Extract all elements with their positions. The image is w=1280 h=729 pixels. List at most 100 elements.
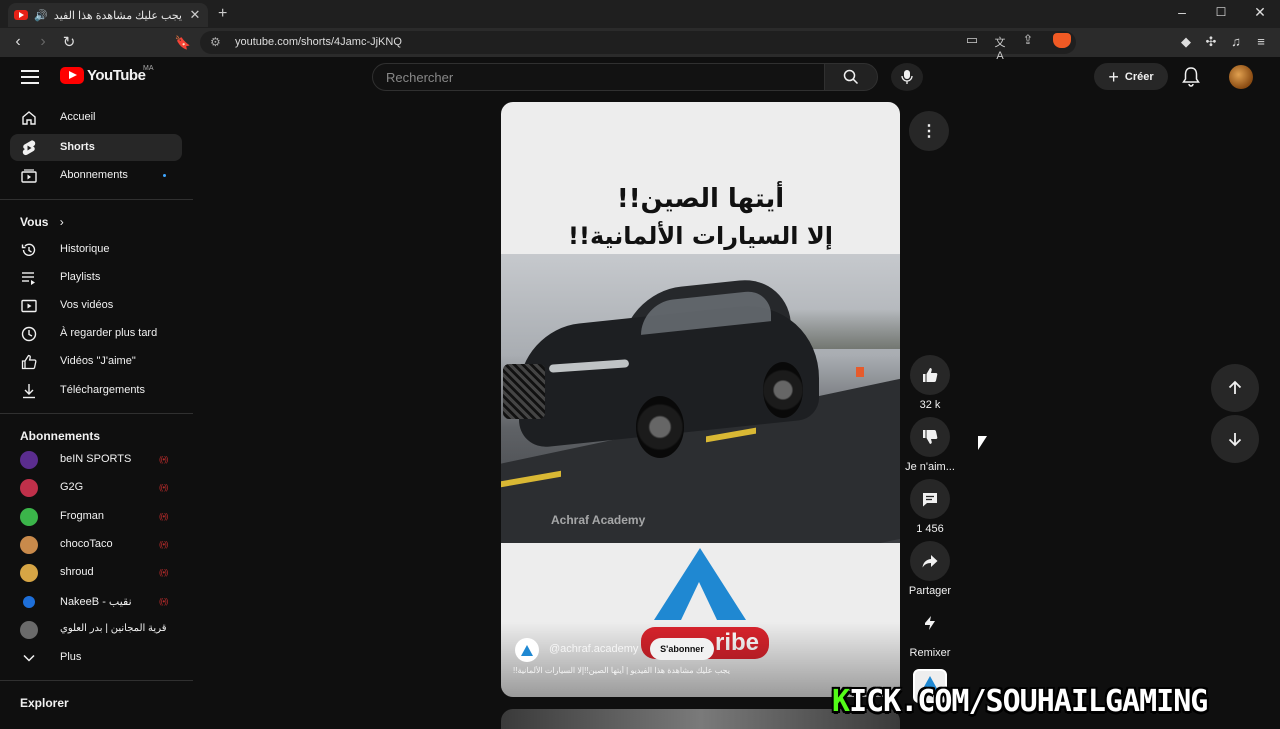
search-icon	[843, 69, 859, 85]
youtube-favicon-icon	[14, 10, 28, 20]
live-indicator-icon: ((•))	[159, 540, 169, 549]
home-icon	[20, 109, 38, 127]
live-indicator-icon: ((•))	[159, 455, 169, 464]
sidebar-item-label: Shorts	[60, 141, 95, 153]
minimize-icon[interactable]: –	[1172, 4, 1192, 20]
maximize-icon[interactable]: ☐	[1211, 5, 1231, 19]
short-player[interactable]: أيتها الصين!! إلا السيارات الألمانية!! A…	[501, 102, 900, 697]
forward-icon[interactable]: ›	[33, 33, 53, 51]
channel-avatar	[23, 596, 35, 608]
channel-name: G2G	[60, 481, 84, 493]
channel-name: chocoTaco	[60, 538, 113, 550]
subscribe-button[interactable]: S'abonner	[650, 638, 714, 660]
create-button[interactable]: + Créer	[1094, 63, 1168, 90]
sidebar-item-downloads[interactable]: Téléchargements	[10, 377, 182, 404]
speaker-icon[interactable]: 🔊	[34, 9, 48, 22]
short-caption[interactable]: يجب عليك مشاهدة هذا الفيديو | أيتها الصي…	[513, 666, 765, 675]
sidebar-item-label: Playlists	[60, 271, 101, 283]
dislike-label: Je n'aim...	[905, 461, 955, 473]
like-circle	[910, 355, 950, 395]
youtube-logo[interactable]: YouTube MA	[60, 65, 154, 84]
kick-letter-k: K	[832, 684, 850, 719]
car-video-frame: Achraf Academy	[501, 254, 900, 543]
sidebar-channel-chocotaco[interactable]: chocoTaco ((•))	[10, 531, 182, 558]
remix-label: Remixer	[909, 647, 951, 659]
menu-icon[interactable]: ≡	[1252, 34, 1270, 49]
arrow-up-icon	[1228, 380, 1242, 394]
close-tab-icon[interactable]: ✕	[188, 7, 202, 23]
new-content-dot	[163, 174, 166, 177]
notifications-bell-icon[interactable]	[1181, 66, 1201, 88]
sidebar-channel-shroud[interactable]: shroud ((•))	[10, 559, 182, 586]
sidebar-item-history[interactable]: Historique	[10, 236, 182, 263]
sidebar-channel-g2g[interactable]: G2G ((•))	[10, 474, 182, 501]
you-section-heading[interactable]: Vous ›	[20, 215, 64, 229]
shorts-icon	[20, 139, 38, 157]
previous-short-button[interactable]	[1211, 364, 1259, 412]
microphone-icon	[901, 70, 913, 84]
brave-shield-icon[interactable]	[1053, 33, 1071, 48]
new-tab-icon[interactable]: +	[218, 5, 227, 23]
playlists-icon	[20, 269, 38, 287]
share-button[interactable]: Partager	[909, 541, 951, 597]
bookmark-icon[interactable]: 🔖	[173, 35, 193, 51]
arrow-down-icon	[1228, 433, 1242, 447]
cast-icon[interactable]: ▭	[963, 32, 981, 48]
more-options-icon[interactable]: ⋮	[909, 111, 949, 151]
channel-name: beIN SPORTS	[60, 453, 132, 465]
hamburger-menu-icon[interactable]	[21, 70, 39, 88]
sidebar-item-your-videos[interactable]: Vos vidéos	[10, 292, 182, 319]
sidebar-item-liked-videos[interactable]: Vidéos "J'aime"	[10, 348, 182, 375]
browser-tab[interactable]: 🔊 يجب عليك مشاهدة هذا الفيديو ✕	[8, 3, 208, 27]
sidebar-item-label: Abonnements	[60, 169, 128, 181]
show-more-label: Plus	[60, 651, 82, 663]
sidebar-channel-frogman[interactable]: Frogman ((•))	[10, 503, 182, 530]
car-grille	[503, 364, 545, 419]
sidebar-item-playlists[interactable]: Playlists	[10, 264, 182, 291]
video-watermark: Achraf Academy	[551, 513, 646, 527]
remix-circle	[910, 603, 950, 643]
channel-avatar	[20, 450, 38, 469]
comments-button[interactable]: 1 456	[909, 479, 951, 535]
account-avatar[interactable]	[1229, 65, 1253, 89]
live-indicator-icon: ((•))	[159, 512, 169, 521]
reload-icon[interactable]: ↻	[59, 33, 79, 51]
search-input[interactable]	[373, 64, 824, 90]
channel-handle[interactable]: @achraf.academy	[549, 643, 638, 655]
back-icon[interactable]: ‹	[8, 33, 28, 51]
sidebar-divider	[0, 680, 193, 681]
close-window-icon[interactable]: ✕	[1250, 4, 1270, 21]
kick-url-text: ICK.COM/SOUHAILGAMING	[849, 684, 1208, 719]
your-videos-icon	[20, 297, 38, 315]
extensions-icon[interactable]: ✣	[1202, 34, 1220, 50]
share-icon[interactable]: ⇪	[1019, 32, 1037, 48]
channel-name: Frogman	[60, 510, 105, 522]
channel-name: NakeeB - نقيب	[60, 596, 132, 608]
extension-diamond-icon[interactable]: ◆	[1177, 34, 1195, 50]
youtube-play-icon	[60, 67, 84, 84]
channel-avatar[interactable]	[515, 638, 539, 662]
sidebar-item-label: Téléchargements	[60, 384, 145, 396]
like-button[interactable]: 32 k	[909, 355, 951, 411]
media-icon[interactable]: ♫	[1227, 34, 1245, 49]
search-box	[372, 63, 825, 91]
channel-avatar	[20, 535, 38, 554]
sidebar-show-more[interactable]: Plus	[10, 644, 182, 671]
next-short-button[interactable]	[1211, 415, 1259, 463]
kick-streamer-overlay: KICK.COM/SOUHAILGAMING	[832, 684, 1208, 719]
url-field[interactable]: ⚙ youtube.com/shorts/4Jamc-JjKNQ	[200, 31, 1076, 54]
you-heading-text: Vous	[20, 215, 49, 229]
sidebar-channel-bein-sports[interactable]: beIN SPORTS ((•))	[10, 446, 182, 473]
search-button[interactable]	[824, 63, 878, 91]
sidebar-channel-nakeeb[interactable]: NakeeB - نقيب ((•))	[10, 588, 182, 615]
sidebar-item-home[interactable]: Accueil	[10, 104, 182, 131]
voice-search-button[interactable]	[891, 63, 923, 91]
site-settings-icon[interactable]: ⚙	[210, 35, 221, 49]
sidebar-item-subscriptions[interactable]: Abonnements	[10, 162, 182, 189]
sidebar-item-watch-later[interactable]: À regarder plus tard	[10, 320, 182, 347]
chevron-right-icon: ›	[59, 215, 64, 229]
sidebar-channel-badr-alalawi[interactable]: قرية المجانين | بدر العلوي	[10, 616, 182, 643]
remix-button[interactable]: Remixer	[909, 603, 951, 659]
sidebar-item-shorts[interactable]: Shorts	[10, 134, 182, 161]
dislike-button[interactable]: Je n'aim...	[905, 417, 955, 473]
